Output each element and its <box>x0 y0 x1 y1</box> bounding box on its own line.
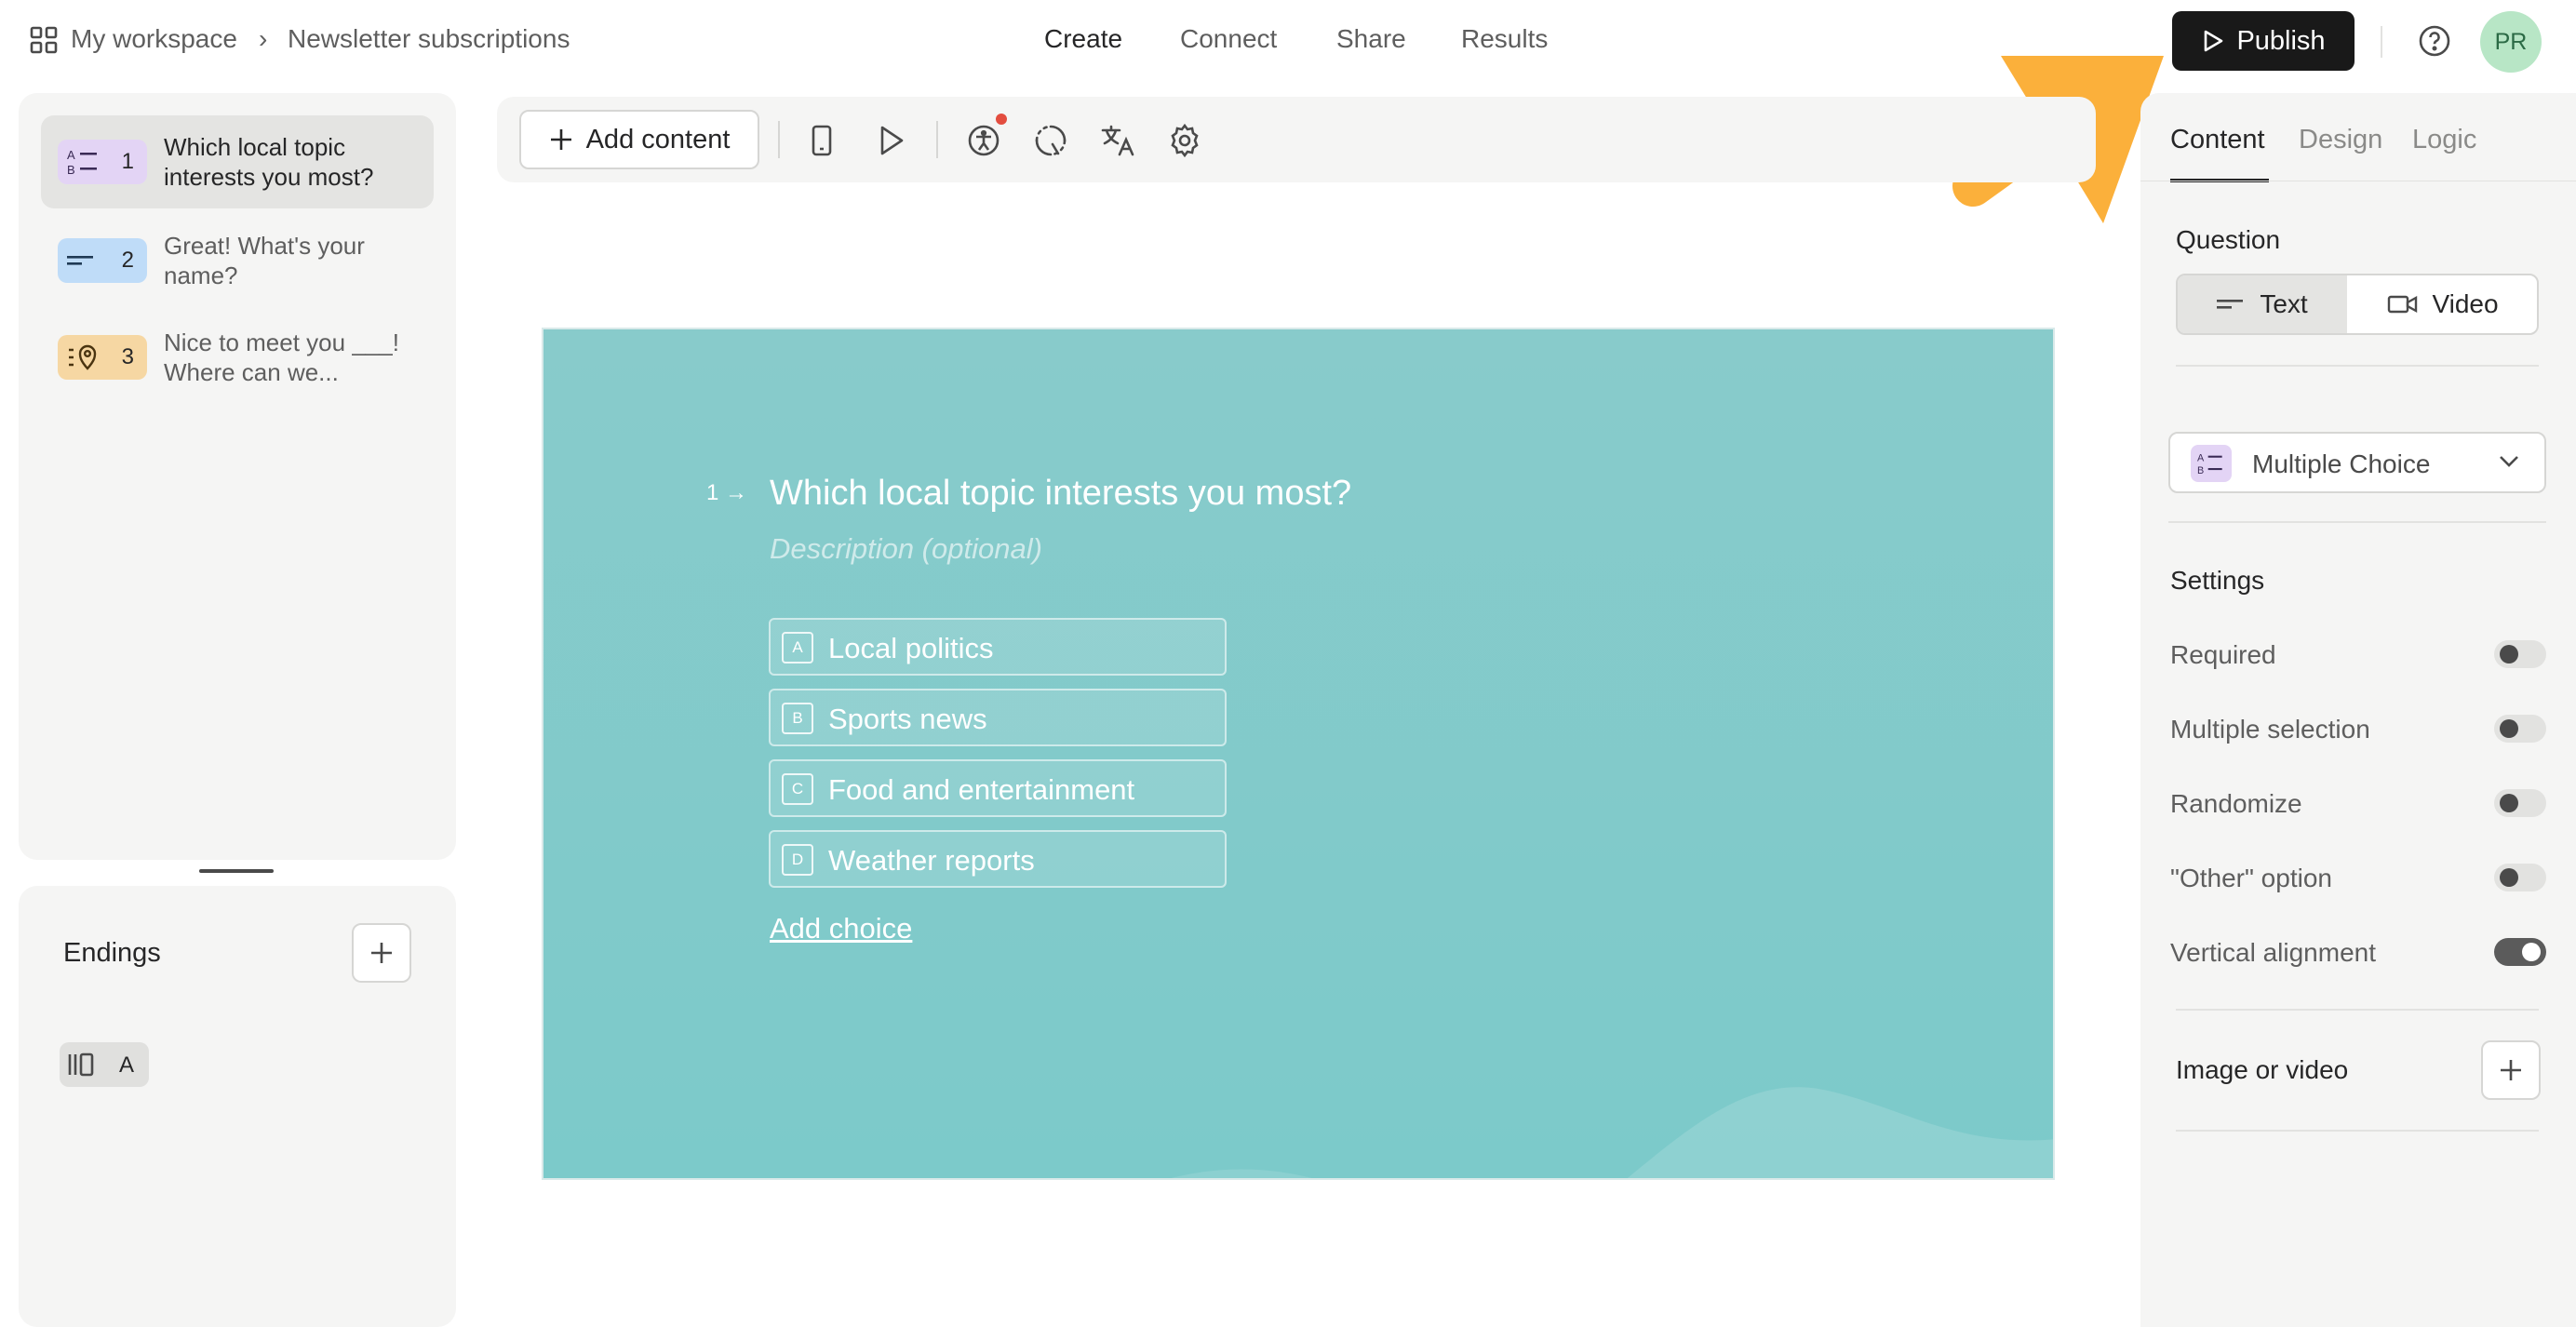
endings-title: Endings <box>63 938 161 968</box>
breadcrumb-workspace[interactable]: My workspace <box>71 24 237 54</box>
mobile-preview-icon[interactable] <box>800 119 843 162</box>
ending-icon <box>67 1051 101 1079</box>
plus-icon <box>369 940 395 966</box>
question-type-dropdown[interactable]: AB Multiple Choice <box>2168 432 2546 493</box>
question-title: Great! What's your name? <box>164 232 365 289</box>
video-camera-icon <box>2387 293 2419 315</box>
tab-connect[interactable]: Connect <box>1180 24 1277 54</box>
toggle-knob <box>2500 868 2518 887</box>
workspace-grid-icon[interactable] <box>30 26 58 54</box>
tab-create[interactable]: Create <box>1044 24 1122 54</box>
video-mode-label: Video <box>2432 289 2499 318</box>
svg-text:A: A <box>67 148 75 162</box>
location-icon <box>67 342 101 372</box>
add-ending-button[interactable] <box>352 923 411 983</box>
settings-section-label: Settings <box>2170 566 2265 595</box>
endings-panel: Endings A <box>19 886 456 1327</box>
randomize-toggle[interactable] <box>2494 789 2546 817</box>
vertical-alignment-toggle[interactable] <box>2494 938 2546 966</box>
help-icon[interactable] <box>2418 24 2451 58</box>
form-preview-canvas[interactable]: 1 → Which local topic interests you most… <box>542 328 2055 1180</box>
play-preview-icon[interactable] <box>869 119 912 162</box>
section-divider <box>2176 1009 2539 1011</box>
ending-item-a[interactable]: A <box>60 1042 149 1087</box>
question-item-1[interactable]: AB 1 Which local topic interests you mos… <box>41 115 434 208</box>
background-wave-decoration <box>543 329 2053 1178</box>
toolbar-divider <box>778 121 780 158</box>
tab-share[interactable]: Share <box>1336 24 1406 54</box>
accessibility-icon[interactable] <box>962 119 1005 162</box>
multiple-selection-toggle[interactable] <box>2494 715 2546 743</box>
svg-text:B: B <box>67 163 75 177</box>
tab-design[interactable]: Design <box>2299 125 2382 155</box>
toolbar-divider <box>936 121 938 158</box>
tab-results[interactable]: Results <box>1461 24 1548 54</box>
publish-button[interactable]: Publish <box>2172 11 2355 71</box>
question-type-label: Multiple Choice <box>2252 449 2431 478</box>
question-badge: AB 1 <box>58 140 147 184</box>
play-icon <box>2201 29 2225 53</box>
image-or-video-label: Image or video <box>2176 1055 2349 1084</box>
svg-text:B: B <box>2197 465 2204 476</box>
required-toggle[interactable] <box>2494 640 2546 668</box>
multiple-choice-icon: AB <box>67 147 101 177</box>
breadcrumb-separator: › <box>259 24 268 53</box>
section-divider <box>2176 365 2539 367</box>
text-mode-button[interactable]: Text <box>2178 275 2347 333</box>
chevron-down-icon <box>2498 454 2520 469</box>
add-image-or-video-button[interactable] <box>2481 1040 2541 1100</box>
short-text-icon <box>67 251 97 270</box>
toggle-knob <box>2500 645 2518 664</box>
plus-icon <box>2498 1057 2524 1083</box>
question-title: Nice to meet you ___! Where can we... <box>164 328 399 386</box>
setting-vertical-alignment-label: Vertical alignment <box>2170 938 2377 967</box>
setting-randomize-label: Randomize <box>2170 789 2302 818</box>
settings-gear-icon[interactable] <box>1163 119 1206 162</box>
other-option-toggle[interactable] <box>2494 864 2546 891</box>
question-badge: 2 <box>58 238 147 283</box>
question-mode-toggle: Text Video <box>2176 274 2539 335</box>
setting-multiple-selection-label: Multiple selection <box>2170 715 2370 744</box>
questions-panel: AB 1 Which local topic interests you mos… <box>19 93 456 860</box>
toggle-knob <box>2500 719 2518 738</box>
plus-icon <box>549 127 573 152</box>
video-mode-button[interactable]: Video <box>2349 275 2537 333</box>
publish-label: Publish <box>2236 25 2326 56</box>
notification-dot <box>996 114 1007 125</box>
setting-required-label: Required <box>2170 640 2276 669</box>
setting-other-option-label: "Other" option <box>2170 864 2332 892</box>
section-divider <box>2168 521 2546 523</box>
tab-content[interactable]: Content <box>2170 125 2265 155</box>
breadcrumb-form[interactable]: Newsletter subscriptions <box>288 24 570 54</box>
tab-logic[interactable]: Logic <box>2412 125 2476 155</box>
question-section-label: Question <box>2176 225 2281 254</box>
loading-spinner-icon[interactable] <box>1029 119 1072 162</box>
toggle-knob <box>2522 943 2541 961</box>
question-number: 1 <box>121 149 134 174</box>
question-item-2[interactable]: 2 Great! What's your name? <box>41 214 434 307</box>
multiple-choice-icon: AB <box>2191 445 2232 482</box>
top-bar: My workspace › Newsletter subscriptions … <box>0 0 2576 223</box>
toggle-knob <box>2500 794 2518 812</box>
section-divider <box>2176 1130 2539 1132</box>
svg-text:A: A <box>2197 453 2205 464</box>
ending-label: A <box>119 1052 135 1078</box>
question-number: 2 <box>121 248 134 273</box>
add-content-label: Add content <box>585 124 731 154</box>
avatar[interactable]: PR <box>2480 11 2542 73</box>
question-badge: 3 <box>58 335 147 380</box>
question-item-3[interactable]: 3 Nice to meet you ___! Where can we... <box>41 311 434 404</box>
resize-handle[interactable] <box>199 869 274 873</box>
add-content-button[interactable]: Add content <box>519 110 759 169</box>
properties-panel: Content Design Logic Question Text Video… <box>2140 93 2576 1327</box>
question-number: 3 <box>121 344 134 369</box>
editor-toolbar: Add content <box>497 97 2096 182</box>
translate-icon[interactable] <box>1096 119 1139 162</box>
short-text-icon <box>2217 295 2245 314</box>
header-divider <box>2381 26 2382 58</box>
text-mode-label: Text <box>2260 289 2308 318</box>
question-title: Which local topic interests you most? <box>164 133 374 191</box>
